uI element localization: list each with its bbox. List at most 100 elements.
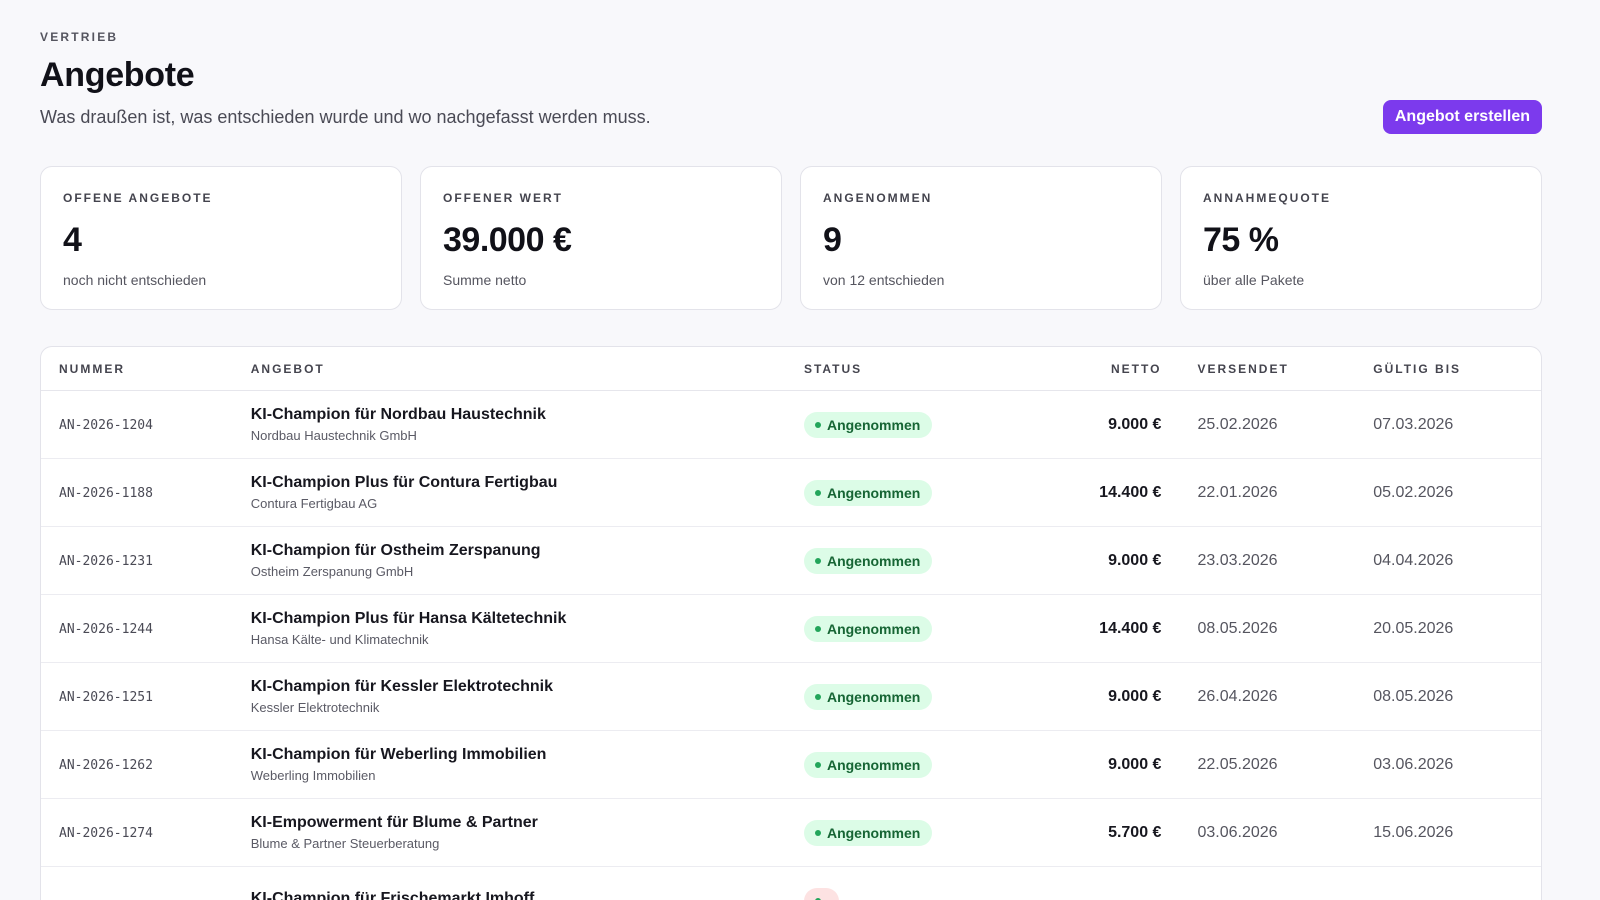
column-header-valid-until[interactable]: GÜLTIG BIS bbox=[1341, 362, 1541, 376]
cell-offer: KI-Champion Plus für Contura Fertigbau Co… bbox=[251, 474, 804, 511]
cell-net: 9.000 € bbox=[1014, 687, 1162, 706]
sent-date: 08.05.2026 bbox=[1197, 619, 1278, 637]
net-amount: 9.000 € bbox=[1108, 551, 1162, 569]
table-row[interactable]: AN-2026-1188 KI-Champion Plus für Contura… bbox=[41, 459, 1541, 527]
net-amount: 9.000 € bbox=[1108, 755, 1162, 773]
cell-valid-until: 04.04.2026 bbox=[1341, 552, 1541, 570]
offer-title[interactable]: KI-Champion für Weberling Immobilien bbox=[251, 746, 804, 764]
section-eyebrow: VERTRIEB bbox=[40, 30, 119, 44]
net-amount: 14.400 € bbox=[1099, 483, 1162, 501]
table-row[interactable]: AN-2026-1231 KI-Champion für Ostheim Zers… bbox=[41, 527, 1541, 595]
table-row[interactable]: AN-2026-1274 KI-Empowerment für Blume & P… bbox=[41, 799, 1541, 867]
column-header-status[interactable]: STATUS bbox=[804, 362, 1014, 376]
status-dot-icon bbox=[814, 761, 821, 768]
offer-client: Hansa Kälte- und Klimatechnik bbox=[250, 632, 429, 647]
table-row[interactable]: AN-2026-1251 KI-Champion für Kessler Elek… bbox=[41, 663, 1541, 731]
cell-valid-until: 07.03.2026 bbox=[1341, 416, 1541, 434]
net-amount: 14.400 € bbox=[1099, 619, 1162, 637]
offer-client: Weberling Immobilien bbox=[250, 768, 376, 783]
status-badge: Angenommen bbox=[803, 479, 933, 506]
offers-table: NUMMER ANGEBOT STATUS NETTO VERSENDET GÜ… bbox=[40, 346, 1542, 900]
status-badge: Angenommen bbox=[803, 547, 933, 574]
kpi-card-open-value: OFFENER WERT 39.000 € Summe netto bbox=[420, 166, 782, 310]
offer-client: Nordbau Haustechnik GmbH bbox=[250, 428, 417, 443]
cell-net: 14.400 € bbox=[1014, 483, 1162, 502]
table-row[interactable]: KI-Champion für Frischemarkt Imhoff bbox=[41, 867, 1541, 900]
cell-sent: 03.06.2026 bbox=[1161, 824, 1341, 842]
offer-number: AN-2026-1188 bbox=[59, 485, 153, 501]
status-badge: Angenommen bbox=[803, 615, 933, 642]
status-badge: Angenommen bbox=[803, 819, 933, 846]
net-amount: 5.700 € bbox=[1108, 823, 1162, 841]
cell-number: AN-2026-1188 bbox=[41, 484, 251, 502]
status-badge: Angenommen bbox=[803, 411, 933, 438]
cell-sent: 22.01.2026 bbox=[1161, 484, 1341, 502]
cell-number: AN-2026-1262 bbox=[41, 756, 251, 774]
kpi-value: 9 bbox=[823, 221, 842, 259]
cell-status: Angenommen bbox=[803, 479, 1014, 506]
kpi-card-accepted: ANGENOMMEN 9 von 12 entschieden bbox=[800, 166, 1162, 310]
offer-title[interactable]: KI-Champion für Nordbau Haustechnik bbox=[251, 406, 804, 424]
valid-until-date: 05.02.2026 bbox=[1373, 483, 1454, 501]
column-header-number[interactable]: NUMMER bbox=[41, 362, 251, 376]
cell-number: AN-2026-1251 bbox=[41, 688, 251, 706]
offer-number: AN-2026-1231 bbox=[59, 553, 153, 569]
offer-title[interactable]: KI-Champion für Kessler Elektrotechnik bbox=[251, 678, 804, 696]
kpi-note: noch nicht entschieden bbox=[63, 272, 207, 288]
status-dot-icon bbox=[814, 421, 821, 428]
offer-title[interactable]: KI-Empowerment für Blume & Partner bbox=[251, 814, 804, 832]
offer-title[interactable]: KI-Champion für Frischemarkt Imhoff bbox=[251, 890, 804, 900]
cell-sent: 26.04.2026 bbox=[1161, 688, 1341, 706]
status-label: Angenommen bbox=[826, 552, 921, 569]
status-label: Angenommen bbox=[826, 756, 921, 773]
cell-valid-until: 20.05.2026 bbox=[1341, 620, 1541, 638]
net-amount: 9.000 € bbox=[1108, 687, 1162, 705]
kpi-row: OFFENE ANGEBOTE 4 noch nicht entschieden… bbox=[40, 166, 1542, 310]
status-label: Angenommen bbox=[826, 824, 921, 841]
kpi-label: ANNAHMEQUOTE bbox=[1203, 191, 1331, 205]
kpi-label: OFFENER WERT bbox=[443, 191, 563, 205]
cell-offer: KI-Champion für Weberling Immobilien Webe… bbox=[251, 746, 804, 783]
offer-number: AN-2026-1251 bbox=[59, 689, 153, 705]
cell-number: AN-2026-1244 bbox=[41, 620, 251, 638]
cell-sent: 23.03.2026 bbox=[1161, 552, 1341, 570]
sent-date: 22.01.2026 bbox=[1197, 483, 1278, 501]
cell-offer: KI-Empowerment für Blume & Partner Blume … bbox=[251, 814, 804, 851]
column-header-offer[interactable]: ANGEBOT bbox=[251, 362, 804, 376]
offer-client: Kessler Elektrotechnik bbox=[250, 700, 380, 715]
cell-status: Angenommen bbox=[803, 683, 1014, 710]
offer-number: AN-2026-1204 bbox=[59, 417, 153, 433]
table-body: AN-2026-1204 KI-Champion für Nordbau Haus… bbox=[41, 391, 1541, 900]
page-title: Angebote bbox=[40, 56, 195, 94]
page-subtitle: Was draußen ist, was entschieden wurde u… bbox=[40, 107, 651, 127]
cell-offer: KI-Champion für Kessler Elektrotechnik Ke… bbox=[251, 678, 804, 715]
offer-title[interactable]: KI-Champion Plus für Contura Fertigbau bbox=[251, 474, 804, 492]
valid-until-date: 15.06.2026 bbox=[1373, 823, 1454, 841]
column-header-sent[interactable]: VERSENDET bbox=[1161, 362, 1341, 376]
table-row[interactable]: AN-2026-1204 KI-Champion für Nordbau Haus… bbox=[41, 391, 1541, 459]
sent-date: 03.06.2026 bbox=[1197, 823, 1278, 841]
cell-status: Angenommen bbox=[803, 547, 1014, 574]
offer-title[interactable]: KI-Champion für Ostheim Zerspanung bbox=[251, 542, 804, 560]
offer-number: AN-2026-1274 bbox=[59, 825, 153, 841]
cell-net: 9.000 € bbox=[1014, 416, 1161, 434]
valid-until-date: 08.05.2026 bbox=[1373, 687, 1454, 705]
offer-title[interactable]: KI-Champion Plus für Hansa Kältetechnik bbox=[251, 610, 804, 628]
cell-offer: KI-Champion für Frischemarkt Imhoff bbox=[251, 890, 804, 900]
offer-number: AN-2026-1262 bbox=[59, 757, 153, 773]
valid-until-date: 20.05.2026 bbox=[1373, 619, 1454, 637]
cell-number: AN-2026-1231 bbox=[41, 552, 251, 570]
status-dot-icon bbox=[814, 693, 821, 700]
offer-client: Blume & Partner Steuerberatung bbox=[250, 836, 440, 851]
status-dot-icon bbox=[814, 625, 821, 632]
cell-status: Angenommen bbox=[803, 751, 1014, 778]
table-row[interactable]: AN-2026-1262 KI-Champion für Weberling Im… bbox=[41, 731, 1541, 799]
cell-number: AN-2026-1204 bbox=[41, 416, 251, 434]
cell-status bbox=[803, 887, 1014, 900]
status-label: Angenommen bbox=[826, 484, 921, 501]
status-label: Angenommen bbox=[826, 620, 921, 637]
sent-date: 26.04.2026 bbox=[1197, 687, 1278, 705]
column-header-net[interactable]: NETTO bbox=[1014, 362, 1162, 376]
create-offer-button[interactable]: Angebot erstellen bbox=[1382, 100, 1542, 134]
table-row[interactable]: AN-2026-1244 KI-Champion Plus für Hansa K… bbox=[41, 595, 1541, 663]
